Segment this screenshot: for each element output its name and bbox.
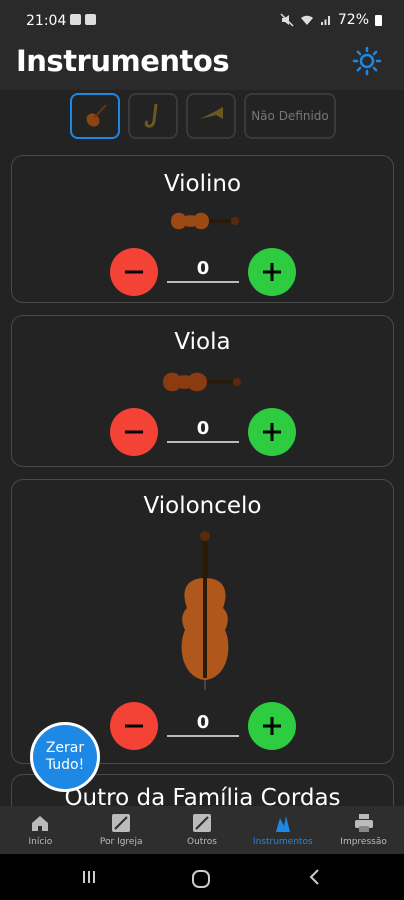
mute-icon <box>280 13 294 27</box>
signal-icon <box>320 16 330 25</box>
instrument-card-violino: Violino 0 <box>11 155 394 303</box>
nav-label: Instrumentos <box>252 837 313 847</box>
nav-item-inicio[interactable]: Início <box>0 806 81 854</box>
plus-icon <box>263 423 281 441</box>
status-bar: 21:04 72% <box>0 0 404 40</box>
filter-woodwind-button[interactable] <box>128 93 178 139</box>
saxophone-icon <box>144 103 158 128</box>
nav-label: Por Igreja <box>99 837 143 847</box>
battery-percent: 72% <box>337 12 369 28</box>
nav-item-por-igreja[interactable]: Por Igreja <box>81 806 162 854</box>
count-value[interactable]: 0 <box>167 258 239 283</box>
nav-label: Impressão <box>340 837 387 847</box>
decrement-button[interactable] <box>110 248 158 296</box>
home-icon <box>32 816 49 831</box>
nav-item-impressao[interactable]: Impressão <box>323 806 404 854</box>
instrument-list[interactable]: Violino 0 Viola 0 Violoncelo 0 Outro da … <box>0 146 404 806</box>
back-icon[interactable] <box>306 868 324 886</box>
reset-label-line2: Tudo! <box>45 757 85 773</box>
nav-item-outros[interactable]: Outros <box>162 806 243 854</box>
minus-icon <box>125 430 143 434</box>
instrument-name: Violino <box>163 171 242 197</box>
increment-button[interactable] <box>248 408 296 456</box>
gallery-icon <box>70 14 81 25</box>
counter-row: 0 <box>12 408 393 458</box>
increment-button[interactable] <box>248 248 296 296</box>
stats-icon <box>192 814 211 832</box>
count-value[interactable]: 0 <box>167 712 239 737</box>
page-title: Instrumentos <box>16 44 230 78</box>
home-button-icon[interactable] <box>190 868 212 890</box>
youtube-icon <box>85 14 96 25</box>
increment-button[interactable] <box>248 702 296 750</box>
cello-image <box>181 531 229 690</box>
plus-icon <box>263 263 281 281</box>
plus-icon <box>263 717 281 735</box>
decrement-button[interactable] <box>110 408 158 456</box>
instrument-card-viola: Viola 0 <box>11 315 394 467</box>
instruments-icon <box>275 816 290 832</box>
app-header: Instrumentos <box>0 40 404 90</box>
instrument-name: Violoncelo <box>143 493 262 519</box>
theme-toggle-sun-icon[interactable] <box>352 46 382 76</box>
reset-label-line1: Zerar <box>45 740 85 756</box>
battery-icon <box>375 14 382 26</box>
printer-icon <box>354 814 373 832</box>
status-right: 72% <box>280 12 382 28</box>
wifi-icon <box>300 15 313 25</box>
minus-icon <box>125 270 143 274</box>
counter-row: 0 <box>12 248 393 298</box>
instrument-family-filters: Não Definido <box>70 93 336 139</box>
violin-icon <box>86 104 107 127</box>
decrement-button[interactable] <box>110 702 158 750</box>
trumpet-icon <box>200 107 223 119</box>
system-nav-bar <box>0 854 404 900</box>
nav-label: Outros <box>186 837 217 847</box>
status-time: 21:04 <box>26 13 67 29</box>
nav-label: Início <box>28 837 53 847</box>
reset-all-button[interactable]: Zerar Tudo! <box>30 722 100 792</box>
instrument-name: Viola <box>174 329 231 355</box>
recents-icon[interactable] <box>80 868 98 886</box>
count-value[interactable]: 0 <box>167 418 239 443</box>
filter-strings-button[interactable] <box>70 93 120 139</box>
viola-image <box>163 372 241 392</box>
nav-item-instrumentos[interactable]: Instrumentos <box>242 806 323 854</box>
notification-icons <box>70 14 96 25</box>
minus-icon <box>125 724 143 728</box>
filter-undefined-button[interactable]: Não Definido <box>244 93 336 139</box>
violin-image <box>171 212 239 230</box>
bottom-nav: Início Por Igreja Outros Instrumentos Im… <box>0 806 404 854</box>
filter-brass-button[interactable] <box>186 93 236 139</box>
stats-icon <box>112 814 131 832</box>
